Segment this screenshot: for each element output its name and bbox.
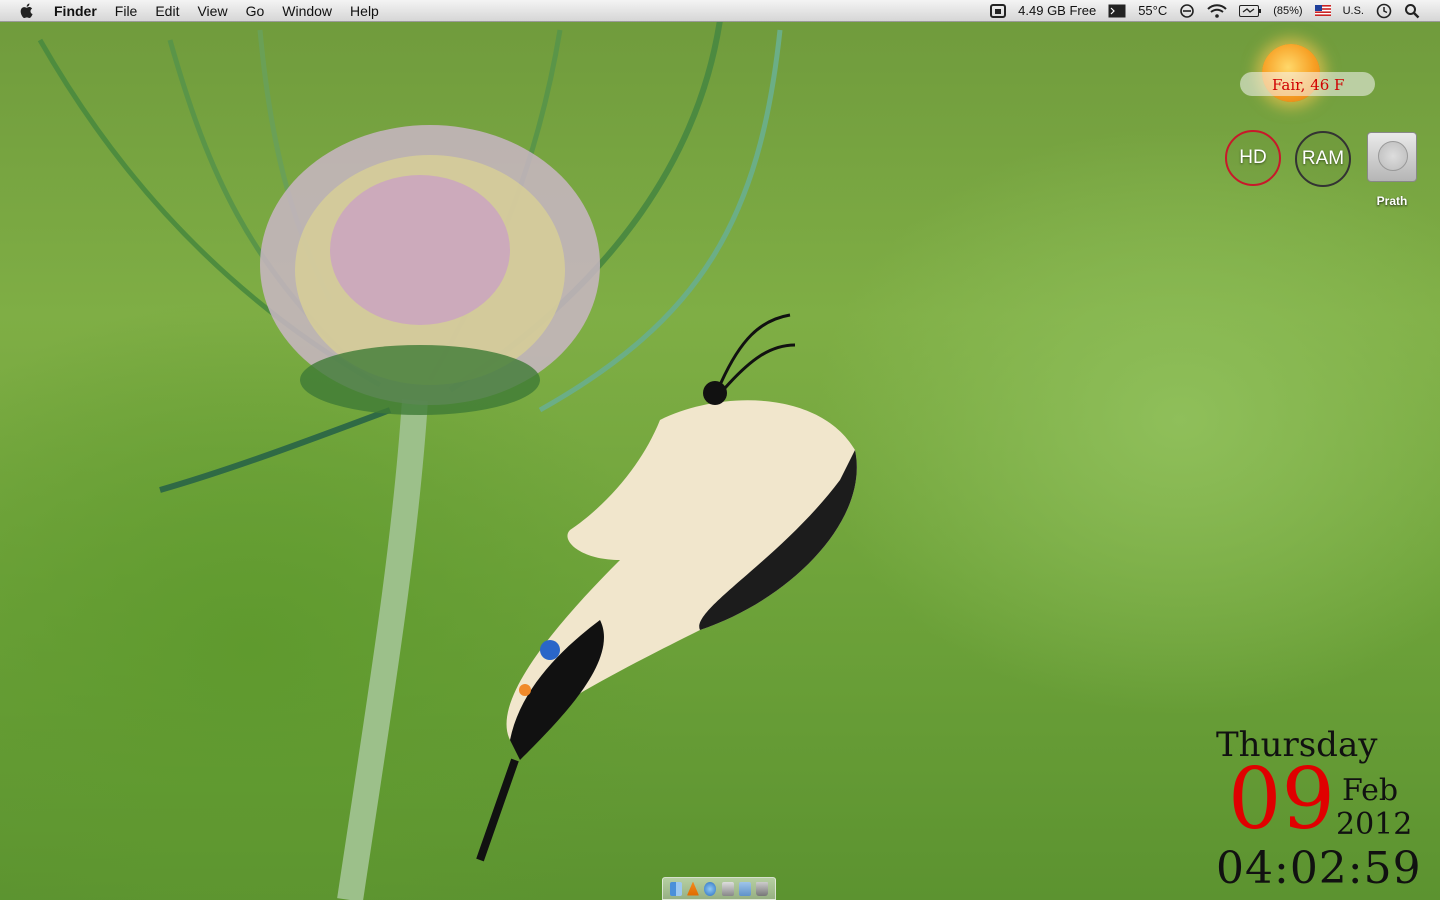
clock-date: 09 [1228,750,1335,848]
search-icon[interactable] [1398,3,1426,19]
dock [662,877,776,900]
clock-month: Feb [1342,773,1399,808]
disk-free-status[interactable]: 4.49 GB Free [1012,0,1102,22]
safari-icon[interactable] [704,881,717,896]
menu-view[interactable]: View [188,0,236,22]
menu-bar: Finder File Edit View Go Window Help 4.4… [0,0,1440,22]
clock-widget: Thursday 09 Feb 2012 04:02:59 [1212,725,1432,895]
app-menu-finder[interactable]: Finder [45,0,106,22]
menu-go[interactable]: Go [237,0,274,22]
drive-label[interactable]: Prath [1366,194,1418,208]
preview-icon[interactable] [721,881,734,896]
hd-usage-gauge[interactable]: HD [1225,130,1281,186]
clock-year: 2012 [1336,807,1413,842]
clock-icon[interactable] [1370,3,1398,19]
weather-widget[interactable]: Fair, 46 F [1240,40,1380,110]
ram-usage-gauge[interactable]: RAM [1295,131,1351,187]
ram-gauge-label: RAM [1301,148,1345,169]
flag-icon[interactable] [1309,5,1337,16]
hd-gauge-label: HD [1239,147,1267,168]
butterfly [476,313,857,862]
battery-percent[interactable]: (85%) [1267,0,1308,22]
weather-text: Fair, 46 F [1272,76,1345,94]
input-source-label[interactable]: U.S. [1337,0,1370,22]
menu-edit[interactable]: Edit [146,0,188,22]
battery-icon[interactable] [1233,4,1267,17]
temperature-status[interactable]: 55°C [1132,0,1173,22]
hard-drive-icon[interactable] [1367,132,1417,182]
trash-icon[interactable] [756,881,769,896]
apple-icon[interactable] [0,3,45,19]
drive-status-icon[interactable] [984,3,1012,18]
finder-icon[interactable] [669,881,682,896]
vlc-icon[interactable] [686,881,699,896]
folder-icon[interactable] [738,881,751,896]
menu-window[interactable]: Window [273,0,341,22]
menu-file[interactable]: File [106,0,147,22]
desktop-drive-icon[interactable]: Prath [1366,132,1418,208]
terminal-icon[interactable] [1102,4,1132,18]
menu-help[interactable]: Help [341,0,388,22]
thistle-stem [337,399,428,900]
wifi-icon[interactable] [1201,3,1233,18]
clock-time: 04:02:59 [1216,843,1422,894]
sync-icon[interactable] [1173,3,1201,19]
